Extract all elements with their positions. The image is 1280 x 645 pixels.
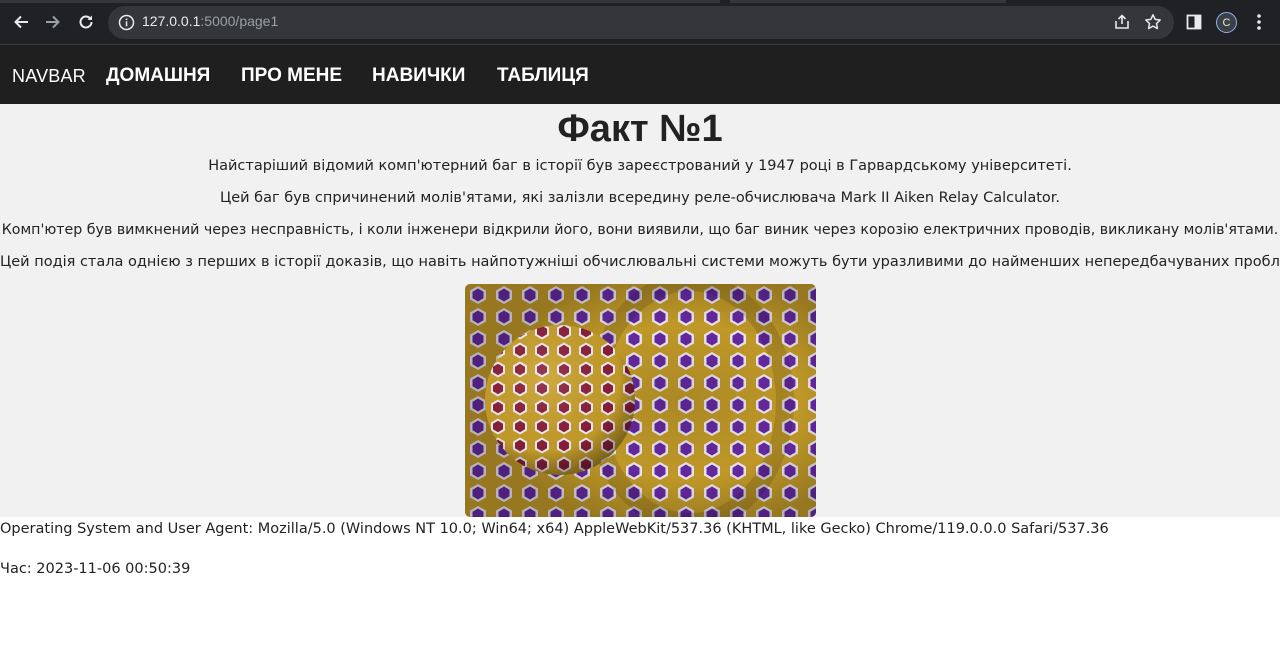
optical-illusion-image <box>465 284 816 517</box>
site-info-icon[interactable] <box>118 14 135 31</box>
fact-paragraph-1: Найстаріший відомий комп'ютерний баг в і… <box>208 158 1072 174</box>
reload-icon[interactable] <box>73 9 99 35</box>
url-host: 127.0.0.1 <box>142 13 201 29</box>
nav-link-table[interactable]: ТАБЛИЦЯ <box>497 65 589 87</box>
fact-paragraph-4: Цей подія стала однією з перших в історі… <box>0 254 1280 270</box>
site-navbar: NAVBAR ДОМАШНЯ ПРО МЕНЕ НАВИЧКИ ТАБЛИЦЯ <box>0 45 1280 104</box>
page-title: Факт №1 <box>557 108 723 150</box>
nav-link-about-me[interactable]: ПРО МЕНЕ <box>241 65 342 87</box>
more-menu-icon[interactable] <box>1246 9 1272 35</box>
navbar-brand[interactable]: NAVBAR <box>12 66 86 87</box>
nav-link-home[interactable]: ДОМАШНЯ <box>106 65 210 87</box>
time-line: Час: 2023-11-06 00:50:39 <box>0 561 191 577</box>
fact-section: Факт №1 Найстаріший відомий комп'ютерний… <box>0 104 1280 517</box>
url-path: :5000/page1 <box>200 13 279 29</box>
share-icon[interactable] <box>1113 13 1131 35</box>
browser-toolbar: 127.0.0.1:5000/page1 C <box>0 0 1280 45</box>
forward-arrow-icon[interactable] <box>40 9 66 35</box>
user-agent-line: Operating System and User Agent: Mozilla… <box>0 521 1109 537</box>
fact-paragraph-2: Цей баг був спричинений молів'ятами, які… <box>219 190 1061 206</box>
address-bar[interactable]: 127.0.0.1:5000/page1 <box>108 6 1174 39</box>
bookmark-star-icon[interactable] <box>1144 13 1162 35</box>
profile-avatar[interactable]: C <box>1216 12 1237 33</box>
back-arrow-icon[interactable] <box>8 9 34 35</box>
url-text[interactable]: 127.0.0.1:5000/page1 <box>142 13 278 29</box>
side-panel-icon[interactable] <box>1181 9 1207 35</box>
fact-paragraph-3: Комп'ютер був вимкнений через несправніс… <box>1 222 1279 238</box>
tab-strip-edge <box>0 0 1280 3</box>
nav-link-skills[interactable]: НАВИЧКИ <box>372 65 465 87</box>
